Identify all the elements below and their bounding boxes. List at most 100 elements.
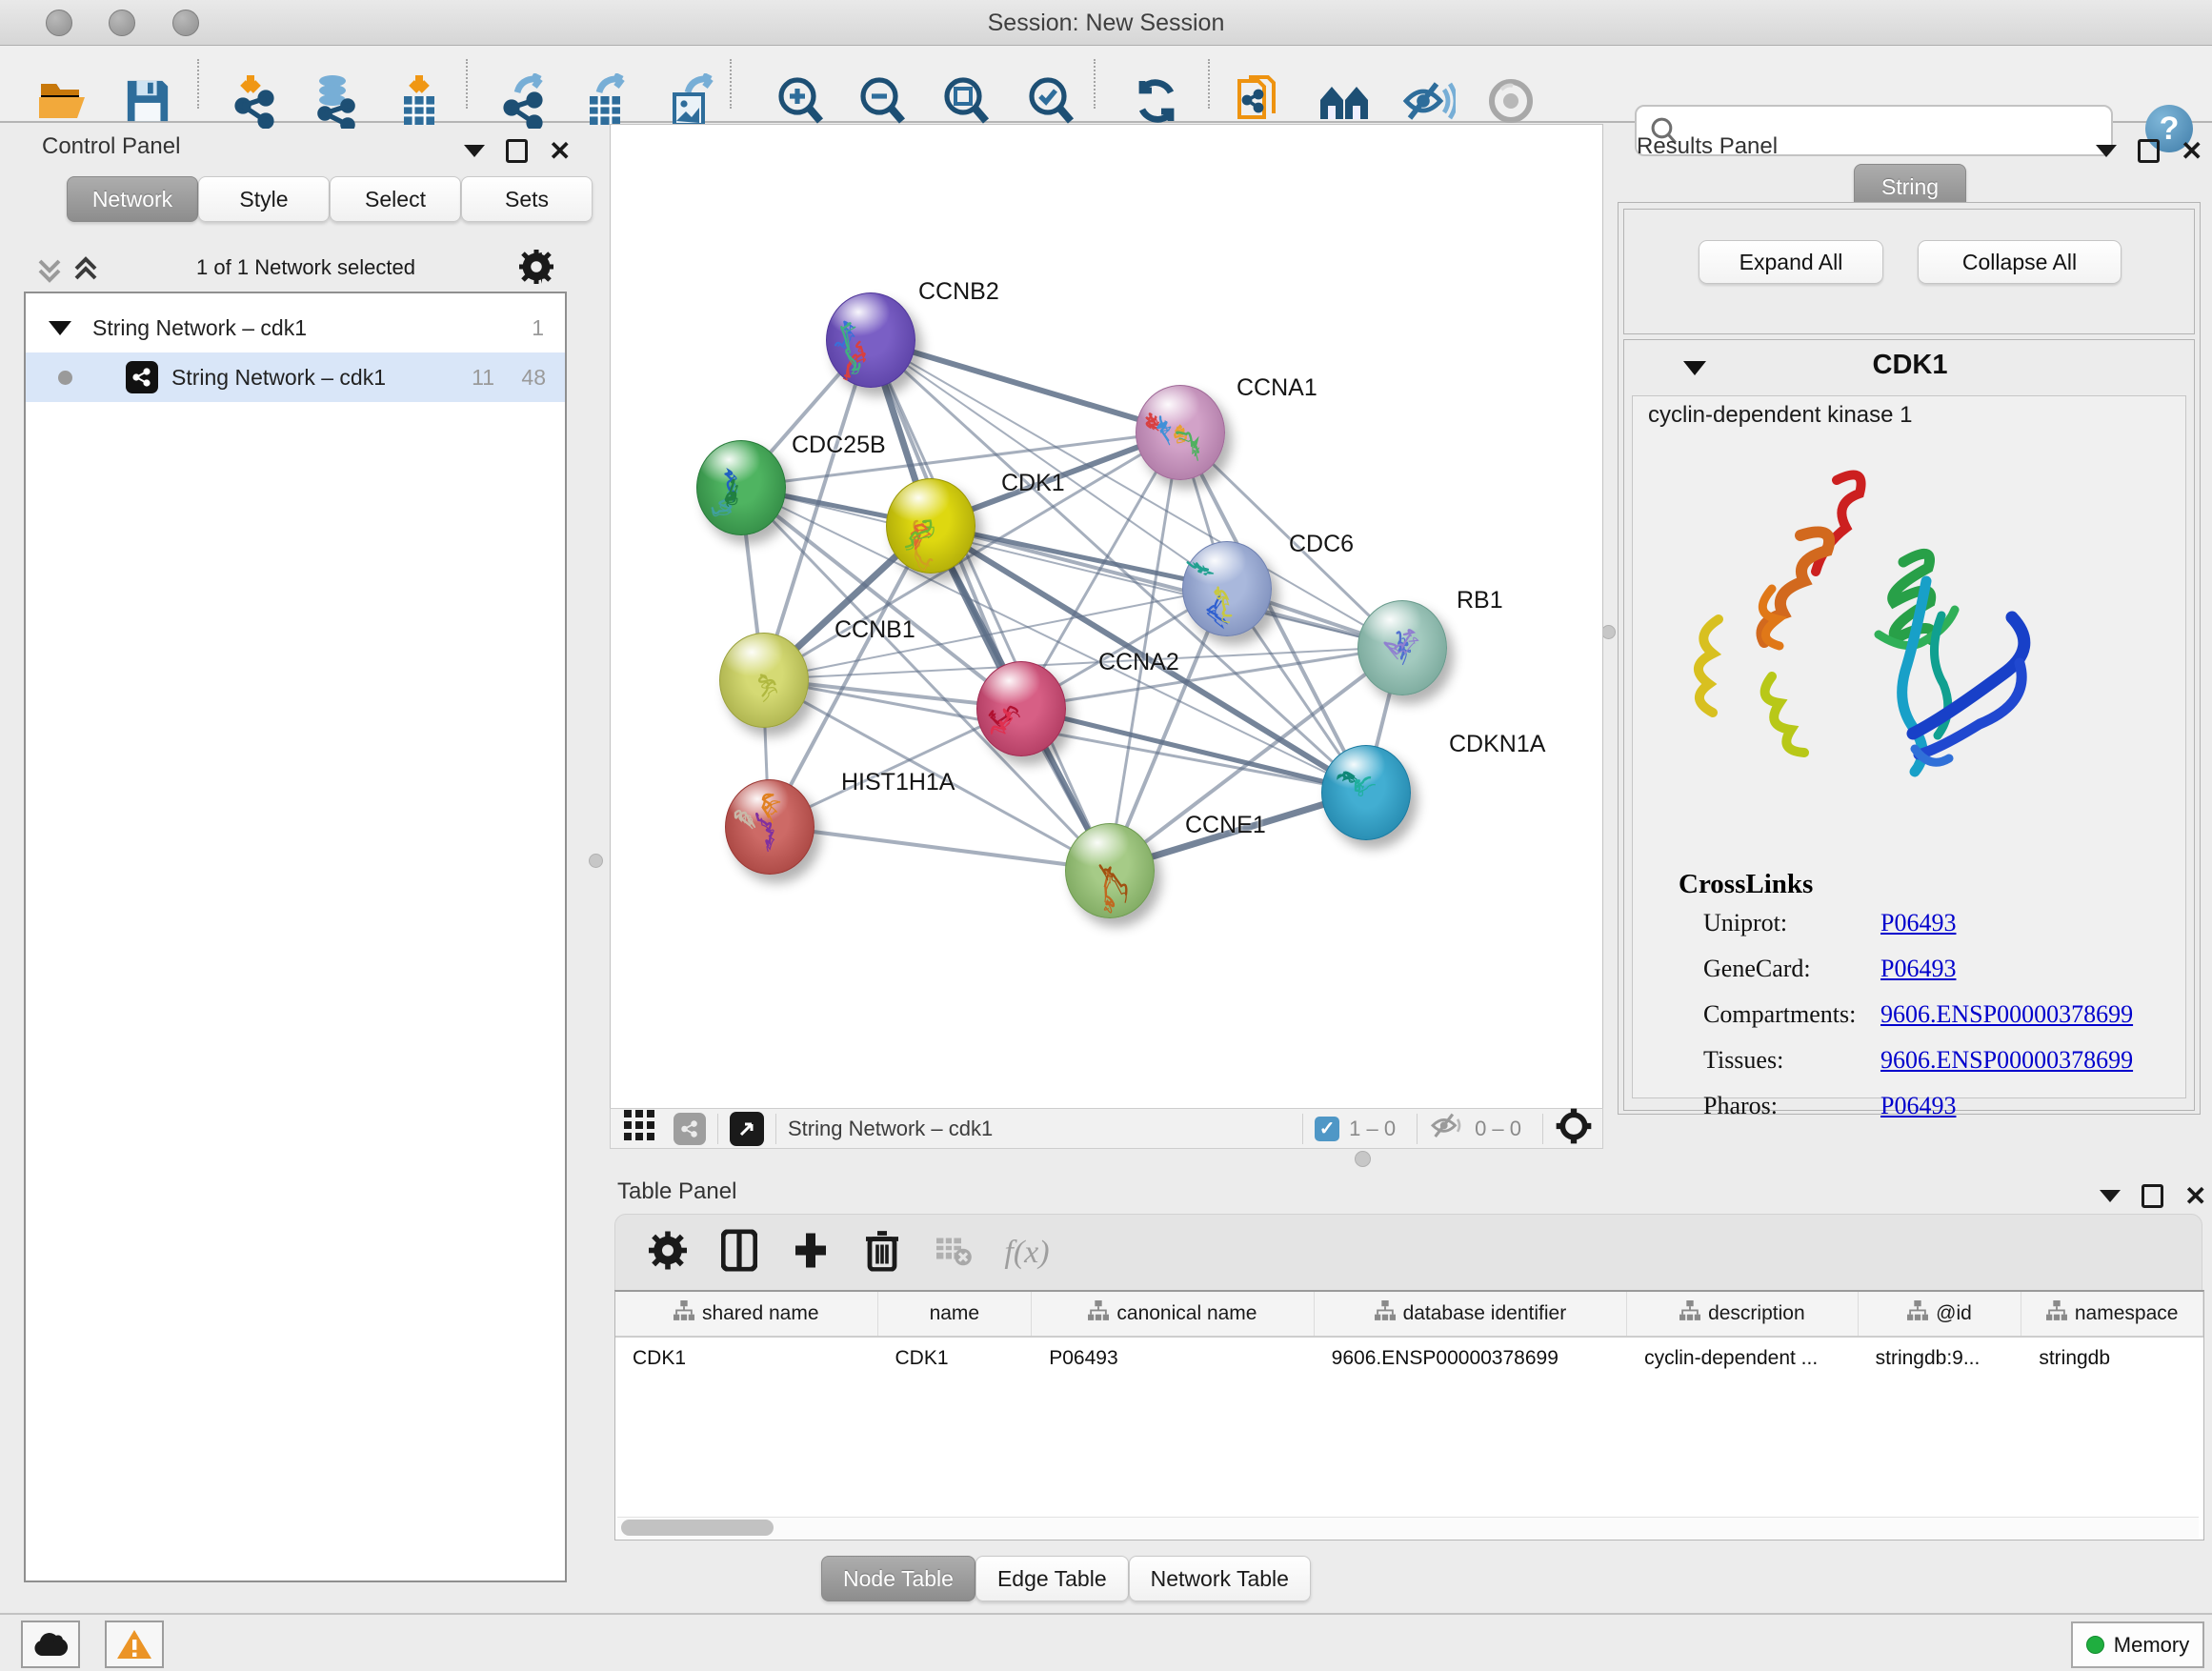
table-cell[interactable]: CDK1 — [878, 1338, 1033, 1379]
network-row[interactable]: String Network – cdk1 11 48 — [26, 352, 565, 402]
tab-edge-table[interactable]: Edge Table — [975, 1556, 1129, 1601]
cloud-button[interactable] — [21, 1621, 80, 1668]
network-options-gear-icon[interactable] — [519, 250, 553, 289]
export-image-icon[interactable] — [661, 70, 722, 131]
tab-node-table[interactable]: Node Table — [821, 1556, 975, 1601]
column-header-label: @id — [1936, 1302, 1972, 1325]
zoom-in-icon[interactable] — [770, 70, 831, 131]
table-cell[interactable]: stringdb — [2021, 1338, 2203, 1379]
panel-maximize-icon[interactable] — [2142, 1184, 2163, 1208]
add-column-icon[interactable] — [792, 1230, 830, 1277]
network-node-cdkn1a[interactable] — [1321, 745, 1411, 840]
column-header-name[interactable]: name — [878, 1292, 1033, 1336]
table-cell[interactable]: P06493 — [1032, 1338, 1314, 1379]
network-node-cdc6[interactable] — [1182, 541, 1272, 636]
crosslink-link[interactable]: 9606.ENSP00000378699 — [1880, 1000, 2133, 1029]
network-node-ccnb2[interactable] — [826, 292, 915, 388]
table-gear-icon[interactable] — [649, 1232, 687, 1275]
network-node-cdc25b[interactable] — [696, 440, 786, 535]
memory-button[interactable]: Memory — [2071, 1621, 2204, 1668]
column-hierarchy-icon — [1088, 1300, 1109, 1327]
vertical-splitter-handle[interactable] — [589, 854, 603, 868]
save-session-icon[interactable] — [117, 70, 178, 131]
tab-network[interactable]: Network — [67, 176, 198, 222]
warning-button[interactable] — [105, 1621, 164, 1668]
birds-eye-grid-icon[interactable] — [624, 1110, 656, 1148]
delete-table-icon[interactable] — [935, 1235, 973, 1272]
table-cell[interactable]: stringdb:9... — [1859, 1338, 2022, 1379]
crosslink-link[interactable]: P06493 — [1880, 909, 1956, 937]
panel-float-icon[interactable] — [2096, 145, 2117, 157]
tab-sets[interactable]: Sets — [461, 176, 593, 222]
panel-close-icon[interactable]: ✕ — [549, 142, 571, 161]
network-node-ccne1[interactable] — [1065, 823, 1155, 918]
network-node-hist1h1a[interactable] — [725, 779, 814, 875]
hide-selected-icon[interactable] — [1398, 70, 1458, 131]
first-neighbors-icon[interactable] — [1314, 70, 1375, 131]
open-file-icon[interactable] — [33, 70, 94, 131]
zoom-out-icon[interactable] — [852, 70, 913, 131]
export-table-icon[interactable] — [576, 70, 637, 131]
tab-select[interactable]: Select — [330, 176, 461, 222]
expand-all-networks-icon[interactable] — [72, 255, 99, 289]
refresh-icon[interactable] — [1126, 70, 1187, 131]
column-header-databaseidentifier[interactable]: database identifier — [1315, 1292, 1627, 1336]
column-header-canonicalname[interactable]: canonical name — [1032, 1292, 1314, 1336]
network-node-ccna1[interactable] — [1136, 385, 1225, 480]
panel-maximize-icon[interactable] — [2138, 139, 2160, 163]
import-database-icon[interactable] — [304, 70, 365, 131]
table-horizontal-scrollbar[interactable] — [617, 1517, 2199, 1539]
clone-network-icon[interactable] — [1229, 70, 1290, 131]
column-header-sharedname[interactable]: shared name — [615, 1292, 878, 1336]
network-node-cdk1[interactable] — [886, 478, 975, 574]
export-network-icon[interactable] — [494, 70, 555, 131]
expand-all-button[interactable]: Expand All — [1699, 240, 1883, 284]
network-canvas[interactable]: CCNB2CCNA1CDC25BCDK1CDC6RB1CCNB1CCNA2CDK… — [610, 124, 1603, 1110]
network-share-icon[interactable] — [674, 1113, 706, 1145]
panel-float-icon[interactable] — [464, 145, 485, 157]
network-edge[interactable] — [1020, 708, 1365, 792]
scrollbar-thumb[interactable] — [621, 1520, 774, 1536]
table-cell[interactable]: cyclin-dependent ... — [1627, 1338, 1859, 1379]
zoom-fit-icon[interactable] — [935, 70, 996, 131]
import-network-icon[interactable] — [224, 70, 285, 131]
panel-float-icon[interactable] — [2100, 1190, 2121, 1202]
column-header-description[interactable]: description — [1627, 1292, 1859, 1336]
zoom-selected-icon[interactable] — [1020, 70, 1081, 131]
network-node-ccnb1[interactable] — [719, 633, 809, 728]
fit-selected-crosshair-icon[interactable] — [1555, 1107, 1593, 1151]
network-edge[interactable] — [870, 339, 1179, 432]
crosslink-link[interactable]: 9606.ENSP00000378699 — [1880, 1046, 2133, 1075]
column-header-id[interactable]: @id — [1859, 1292, 2022, 1336]
vertical-splitter-handle[interactable] — [1601, 625, 1616, 639]
delete-column-icon[interactable] — [864, 1230, 900, 1277]
network-current-dot — [58, 371, 72, 385]
panel-close-icon[interactable]: ✕ — [2181, 142, 2202, 161]
open-in-window-icon[interactable] — [730, 1112, 764, 1146]
selected-count-checkbox-icon[interactable]: ✓ — [1315, 1117, 1339, 1141]
show-all-icon[interactable] — [1480, 70, 1541, 131]
column-header-namespace[interactable]: namespace — [2021, 1292, 2203, 1336]
tab-network-table[interactable]: Network Table — [1129, 1556, 1311, 1601]
collapse-all-button[interactable]: Collapse All — [1918, 240, 2122, 284]
crosslink-link[interactable]: P06493 — [1880, 955, 1956, 983]
horizontal-splitter-handle[interactable] — [1355, 1151, 1371, 1167]
show-columns-icon[interactable] — [721, 1230, 757, 1277]
panel-maximize-icon[interactable] — [506, 139, 528, 163]
column-hierarchy-icon — [1679, 1300, 1700, 1327]
crosslink-link[interactable]: P06493 — [1880, 1092, 1956, 1120]
table-row[interactable]: CDK1CDK1P064939606.ENSP00000378699cyclin… — [615, 1338, 2203, 1379]
network-collection-row[interactable]: String Network – cdk1 1 — [26, 303, 565, 352]
collection-expand-icon[interactable] — [49, 321, 71, 335]
table-cell[interactable]: CDK1 — [615, 1338, 878, 1379]
table-cell[interactable]: 9606.ENSP00000378699 — [1315, 1338, 1627, 1379]
panel-close-icon[interactable]: ✕ — [2184, 1187, 2206, 1206]
collapse-all-networks-icon[interactable] — [36, 255, 63, 289]
tab-style[interactable]: Style — [198, 176, 330, 222]
network-node-ccna2[interactable] — [976, 661, 1066, 756]
function-builder-icon[interactable]: f(x) — [1004, 1235, 1049, 1271]
import-table-icon[interactable] — [389, 70, 450, 131]
network-edge[interactable] — [769, 826, 1109, 870]
network-node-rb1[interactable] — [1357, 600, 1447, 695]
entry-collapse-icon[interactable] — [1683, 361, 1706, 375]
